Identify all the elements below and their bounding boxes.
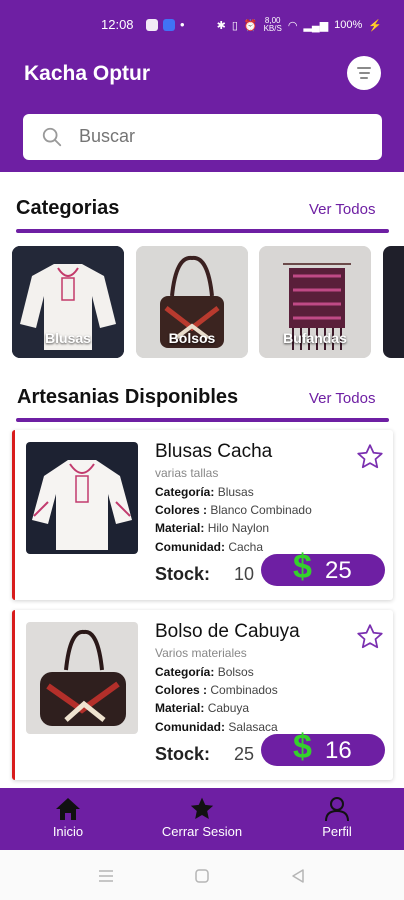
system-nav-bar: [0, 850, 404, 900]
category-label: Categoría:: [155, 485, 215, 499]
nav-label: Inicio: [52, 824, 84, 839]
back-icon[interactable]: [290, 868, 306, 884]
product-card[interactable]: Blusas Cacha varias tallas Categoría: Bl…: [12, 430, 393, 600]
category-card-partial[interactable]: [383, 246, 404, 358]
category-label: Bufandas: [283, 330, 347, 346]
products-title: Artesanias Disponibles: [17, 386, 239, 408]
product-colors: Colores : Combinados: [155, 683, 278, 697]
more-dot-icon: •: [180, 17, 185, 32]
product-category: Categoría: Bolsos: [155, 665, 254, 679]
notification-icons: •: [146, 17, 185, 32]
nav-label: Cerrar Sesion: [161, 824, 243, 839]
community-value: Salasaca: [228, 720, 278, 734]
material-value: Cabuya: [207, 701, 250, 715]
products-see-all-link[interactable]: Ver Todos: [309, 390, 375, 407]
app-header: Kacha Optur: [0, 40, 404, 172]
categories-title: Categorias: [16, 197, 120, 219]
nav-item-perfil[interactable]: Perfil: [297, 788, 377, 850]
dollar-icon: $: [293, 548, 312, 586]
blouse-photo: [26, 442, 138, 554]
product-community: Comunidad: Cacha: [155, 540, 263, 554]
colors-value: Blanco Combinado: [210, 503, 312, 517]
search-icon: [42, 127, 62, 147]
menu-button[interactable]: [347, 56, 381, 90]
colors-label: Colores :: [155, 683, 208, 697]
category-value: Blusas: [217, 485, 254, 499]
bluetooth-icon: ✱: [216, 19, 226, 32]
app-title: Kacha Optur: [24, 62, 151, 85]
home-icon: [56, 798, 80, 820]
system-icons: ✱ ▯ ⏰ 8,00 KB/S ◠ ▂▄▆ 100% ⚡: [217, 17, 382, 33]
whatsapp-icon: [146, 18, 158, 31]
colors-label: Colores :: [155, 503, 208, 517]
community-value: Cacha: [228, 540, 264, 554]
product-colors: Colores : Blanco Combinado: [155, 503, 312, 517]
search-input[interactable]: [79, 126, 359, 147]
menu-icon-line: [358, 72, 370, 74]
nav-item-inicio[interactable]: Inicio: [28, 788, 108, 850]
categories-see-all-link[interactable]: Ver Todos: [309, 201, 375, 218]
product-name: Bolso de Cabuya: [155, 621, 300, 642]
product-material: Material: Hilo Naylon: [155, 521, 269, 535]
colors-value: Combinados: [210, 683, 278, 697]
wifi-icon: ◠: [287, 19, 298, 32]
stock-label: Stock:: [155, 744, 211, 764]
material-label: Material:: [155, 701, 205, 715]
net-speed-unit: KB/S: [263, 24, 282, 33]
product-subtitle: varias tallas: [155, 466, 219, 480]
category-card-blusas[interactable]: Blusas: [12, 246, 124, 358]
product-image: [26, 622, 138, 734]
bag-photo: [26, 622, 138, 734]
net-speed: 8,00 KB/S: [264, 17, 282, 33]
product-community: Comunidad: Salasaca: [155, 720, 278, 734]
search-bar[interactable]: [23, 114, 382, 160]
product-subtitle: Varios materiales: [155, 646, 247, 660]
category-card-bufandas[interactable]: Bufandas: [259, 246, 371, 358]
menu-icon: [357, 67, 371, 69]
star-icon: [190, 797, 214, 819]
alarm-icon: ⏰: [243, 19, 258, 32]
signal-icon: ▂▄▆: [303, 19, 329, 32]
category-card-bolsos[interactable]: Bolsos: [136, 246, 248, 358]
status-time: 12:08: [101, 17, 134, 32]
product-card[interactable]: Bolso de Cabuya Varios materiales Catego…: [12, 610, 393, 780]
stock-value: 25: [234, 744, 255, 764]
community-label: Comunidad:: [155, 720, 225, 734]
stock-label: Stock:: [155, 564, 211, 584]
category-value: Bolsos: [217, 665, 254, 679]
home-button-icon[interactable]: [194, 868, 210, 884]
dollar-icon: $: [293, 728, 312, 766]
product-name: Blusas Cacha: [155, 441, 273, 462]
favorite-star-icon[interactable]: [355, 622, 385, 652]
price-value: 25: [325, 557, 352, 584]
person-icon: [325, 797, 349, 822]
favorite-star-icon[interactable]: [355, 442, 385, 472]
category-label: Blusas: [45, 330, 91, 346]
price-badge[interactable]: $ 16: [261, 728, 385, 766]
material-label: Material:: [155, 521, 205, 535]
nav-item-cerrar-sesion[interactable]: Cerrar Sesion: [152, 788, 252, 850]
charging-icon: ⚡: [368, 19, 382, 32]
battery-text: 100%: [334, 19, 363, 31]
product-material: Material: Cabuya: [155, 701, 249, 715]
app-notification-icon: [163, 18, 175, 31]
vibrate-icon: ▯: [231, 19, 238, 32]
price-badge[interactable]: $ 25: [261, 548, 385, 586]
product-category: Categoría: Blusas: [155, 485, 254, 499]
bottom-nav: Inicio Cerrar Sesion Perfil: [0, 788, 404, 850]
material-value: Hilo Naylon: [207, 521, 270, 535]
price-value: 16: [325, 737, 352, 764]
community-label: Comunidad:: [155, 540, 225, 554]
products-divider: [16, 418, 389, 422]
menu-icon-line: [360, 77, 368, 79]
product-image: [26, 442, 138, 554]
recent-apps-icon[interactable]: [97, 868, 115, 884]
categories-divider: [16, 229, 389, 233]
nav-label: Perfil: [322, 824, 352, 839]
category-label: Bolsos: [168, 330, 216, 346]
status-bar: 12:08 • ✱ ▯ ⏰ 8,00 KB/S ◠ ▂▄▆ 100% ⚡: [0, 0, 404, 40]
category-label: Categoría:: [155, 665, 215, 679]
stock-value: 10: [234, 564, 255, 584]
screen: 12:08 • ✱ ▯ ⏰ 8,00 KB/S ◠ ▂▄▆ 100% ⚡ Kac…: [0, 0, 404, 900]
